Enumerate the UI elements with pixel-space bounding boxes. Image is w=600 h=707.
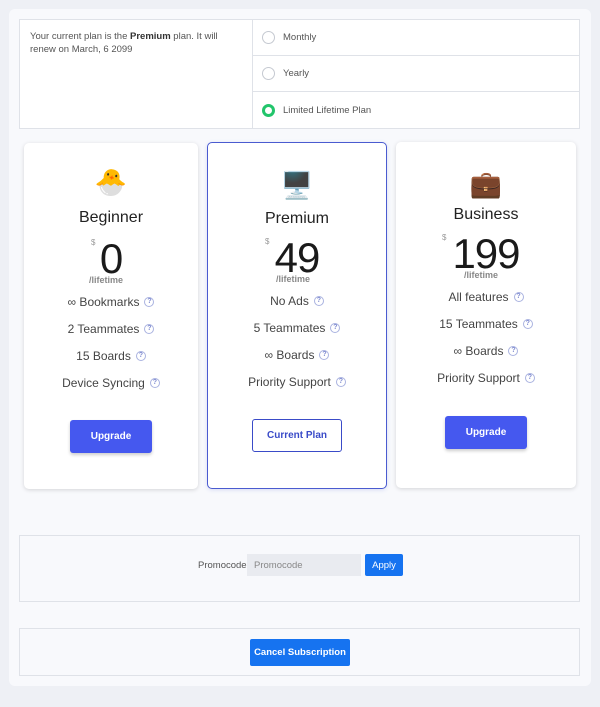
help-icon[interactable]: ? bbox=[144, 324, 155, 334]
feature-item: Device Syncing? bbox=[24, 376, 198, 390]
radio-yearly[interactable] bbox=[262, 67, 275, 80]
option-monthly[interactable]: Monthly bbox=[253, 20, 579, 56]
plan-name: Beginner bbox=[78, 209, 144, 226]
chick-icon: 🐣 bbox=[94, 167, 128, 197]
feature-item: ∞ Bookmarks? bbox=[24, 295, 198, 309]
plan-settings: Your current plan is the Premium plan. I… bbox=[19, 19, 580, 129]
feature-item: 15 Teammates? bbox=[396, 317, 576, 331]
current-plan-name: Premium bbox=[130, 31, 171, 42]
upgrade-button-business[interactable]: Upgrade bbox=[445, 416, 527, 449]
option-lifetime[interactable]: Limited Lifetime Plan bbox=[253, 92, 579, 128]
feature-item: ∞ Boards? bbox=[208, 348, 386, 362]
current-plan-button[interactable]: Current Plan bbox=[252, 419, 342, 452]
help-icon[interactable]: ? bbox=[522, 319, 533, 329]
help-icon[interactable]: ? bbox=[330, 323, 341, 333]
plan-price: 0 bbox=[99, 235, 123, 282]
feature-item: Priority Support? bbox=[208, 375, 386, 389]
upgrade-button-beginner[interactable]: Upgrade bbox=[70, 420, 152, 453]
feature-item: 2 Teammates? bbox=[24, 322, 198, 336]
promocode-input[interactable] bbox=[247, 554, 361, 576]
help-icon[interactable]: ? bbox=[508, 346, 519, 356]
help-icon[interactable]: ? bbox=[144, 297, 155, 307]
help-icon[interactable]: ? bbox=[135, 351, 146, 361]
cancel-subscription-button[interactable]: Cancel Subscription bbox=[250, 639, 350, 666]
option-yearly[interactable]: Yearly bbox=[253, 56, 579, 92]
plan-card-premium: 🖥️ Premium $ 49 /lifetime No Ads? 5 Team… bbox=[207, 142, 387, 489]
briefcase-icon: 💼 bbox=[469, 169, 503, 199]
plan-period: /lifetime bbox=[464, 270, 499, 280]
cancel-section: Cancel Subscription bbox=[19, 628, 580, 676]
feature-item: 5 Teammates? bbox=[208, 321, 386, 335]
plan-card-business: 💼 Business $ 199 /lifetime All features?… bbox=[396, 142, 576, 488]
help-icon[interactable]: ? bbox=[313, 296, 324, 306]
promocode-label: Promocode: bbox=[198, 560, 250, 571]
feature-item: No Ads? bbox=[208, 294, 386, 308]
feature-item: ∞ Boards? bbox=[396, 344, 576, 358]
current-plan-info: Your current plan is the Premium plan. I… bbox=[20, 20, 253, 128]
help-icon[interactable]: ? bbox=[335, 377, 346, 387]
plan-price: 49 bbox=[274, 234, 321, 281]
plan-name: Business bbox=[453, 206, 519, 223]
help-icon[interactable]: ? bbox=[513, 292, 524, 302]
desktop-computer-icon: 🖥️ bbox=[280, 170, 314, 200]
help-icon[interactable]: ? bbox=[149, 378, 160, 388]
feature-item: All features? bbox=[396, 290, 576, 304]
plan-period: /lifetime bbox=[89, 275, 124, 285]
promocode-section: Promocode: Apply bbox=[19, 535, 580, 602]
plan-name: Premium bbox=[264, 210, 329, 227]
radio-lifetime[interactable] bbox=[262, 103, 275, 117]
radio-monthly[interactable] bbox=[262, 31, 275, 44]
feature-item: Priority Support? bbox=[396, 371, 576, 385]
plan-price: 199 bbox=[452, 230, 520, 277]
help-icon[interactable]: ? bbox=[319, 350, 330, 360]
plan-card-beginner: 🐣 Beginner $ 0 /lifetime ∞ Bookmarks? 2 … bbox=[24, 143, 198, 489]
billing-period-options: Monthly Yearly Limited Lifetime Plan bbox=[253, 20, 579, 128]
feature-item: 15 Boards? bbox=[24, 349, 198, 363]
plan-period: /lifetime bbox=[276, 274, 311, 284]
apply-button[interactable]: Apply bbox=[365, 554, 403, 576]
help-icon[interactable]: ? bbox=[524, 373, 535, 383]
